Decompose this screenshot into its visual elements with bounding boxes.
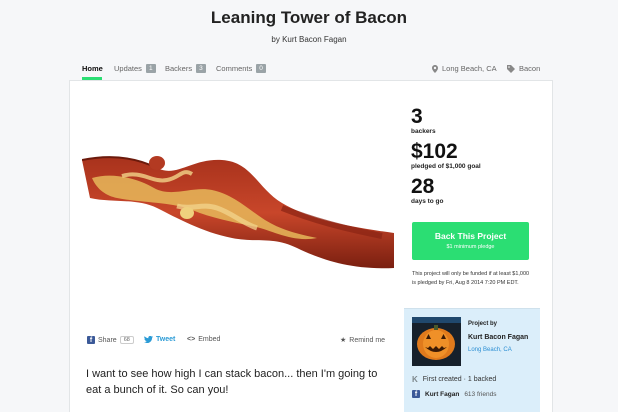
project-by-label: Project by xyxy=(468,321,498,327)
project-byline[interactable]: by Kurt Bacon Fagan xyxy=(0,35,618,44)
code-icon: <> xyxy=(187,336,196,343)
creator-avatar[interactable] xyxy=(412,317,461,366)
backers-label: backers xyxy=(411,128,436,135)
category-label: Bacon xyxy=(519,64,541,73)
project-blurb: I want to see how high I can stack bacon… xyxy=(86,368,378,396)
creator-facebook[interactable]: f Kurt Fagan 613 friends xyxy=(412,390,496,398)
tab-home[interactable]: Home xyxy=(82,64,103,80)
facebook-friends: 613 friends xyxy=(464,390,497,398)
creator-location-link[interactable]: Long Beach, CA xyxy=(468,347,512,353)
location-link[interactable]: Long Beach, CA xyxy=(432,64,497,73)
share-label: Share xyxy=(98,336,117,344)
comments-count-badge: 0 xyxy=(256,64,266,73)
tweet-button[interactable]: Tweet xyxy=(144,336,175,343)
backers-value: 3 xyxy=(411,105,423,128)
category-link[interactable]: Bacon xyxy=(507,64,540,73)
tab-updates[interactable]: Updates 1 xyxy=(114,64,156,73)
facebook-icon: f xyxy=(87,336,95,344)
tab-backers[interactable]: Backers 3 xyxy=(165,64,206,73)
location-label: Long Beach, CA xyxy=(442,64,497,73)
days-label: days to go xyxy=(411,198,444,205)
project-title: Leaning Tower of Bacon xyxy=(210,8,408,27)
stats-panel: 3 backers $102 pledged of $1,000 goal 28… xyxy=(411,106,541,211)
updates-count-badge: 1 xyxy=(145,64,156,73)
facebook-icon: f xyxy=(412,390,420,398)
creator-box: Project by Kurt Bacon Fagan Long Beach, … xyxy=(404,308,540,412)
tab-backers-label: Backers xyxy=(165,64,193,73)
facebook-share-button[interactable]: f Share 68 xyxy=(87,336,134,344)
project-nav: Home Updates 1 Backers 3 Comments 0 Long… xyxy=(82,64,540,80)
share-count: 68 xyxy=(119,336,134,344)
embed-label: Embed xyxy=(198,336,221,343)
pledged-value: $102 xyxy=(411,140,458,163)
star-icon: ★ xyxy=(340,337,347,344)
tweet-label: Tweet xyxy=(156,336,176,343)
remind-me-button[interactable]: ★ Remind me xyxy=(340,336,386,345)
embed-button[interactable]: <> Embed xyxy=(187,336,220,343)
twitter-bird-icon xyxy=(144,336,153,343)
jack-o-lantern-image xyxy=(412,317,461,366)
kickstarter-k-icon: K xyxy=(412,375,418,384)
tab-updates-label: Updates xyxy=(114,64,142,73)
tag-icon xyxy=(507,64,515,73)
minimum-pledge-label: $1 minimum pledge xyxy=(446,244,495,250)
tab-home-label: Home xyxy=(82,64,103,73)
share-bar: f Share 68 Tweet <> Embed ★ Remind me xyxy=(87,336,389,348)
pledged-label: pledged of $1,000 goal xyxy=(411,163,481,170)
funding-note: This project will only be funded if at l… xyxy=(412,271,530,286)
backers-count-badge: 3 xyxy=(196,64,206,73)
back-project-label: Back This Project xyxy=(434,231,507,241)
tab-comments-label: Comments xyxy=(216,64,253,73)
days-value: 28 xyxy=(411,175,435,198)
location-pin-icon xyxy=(432,64,438,73)
remind-label: Remind me xyxy=(349,336,386,344)
creator-history: K First created · 1 backed xyxy=(412,375,496,384)
back-project-button[interactable]: Back This Project $1 minimum pledge xyxy=(412,222,529,260)
facebook-name: Kurt Fagan xyxy=(425,390,460,398)
creator-name[interactable]: Kurt Bacon Fagan xyxy=(468,334,528,341)
created-backed-label: First created · 1 backed xyxy=(422,376,497,383)
bacon-image[interactable] xyxy=(82,148,394,283)
tab-comments[interactable]: Comments 0 xyxy=(216,64,266,73)
